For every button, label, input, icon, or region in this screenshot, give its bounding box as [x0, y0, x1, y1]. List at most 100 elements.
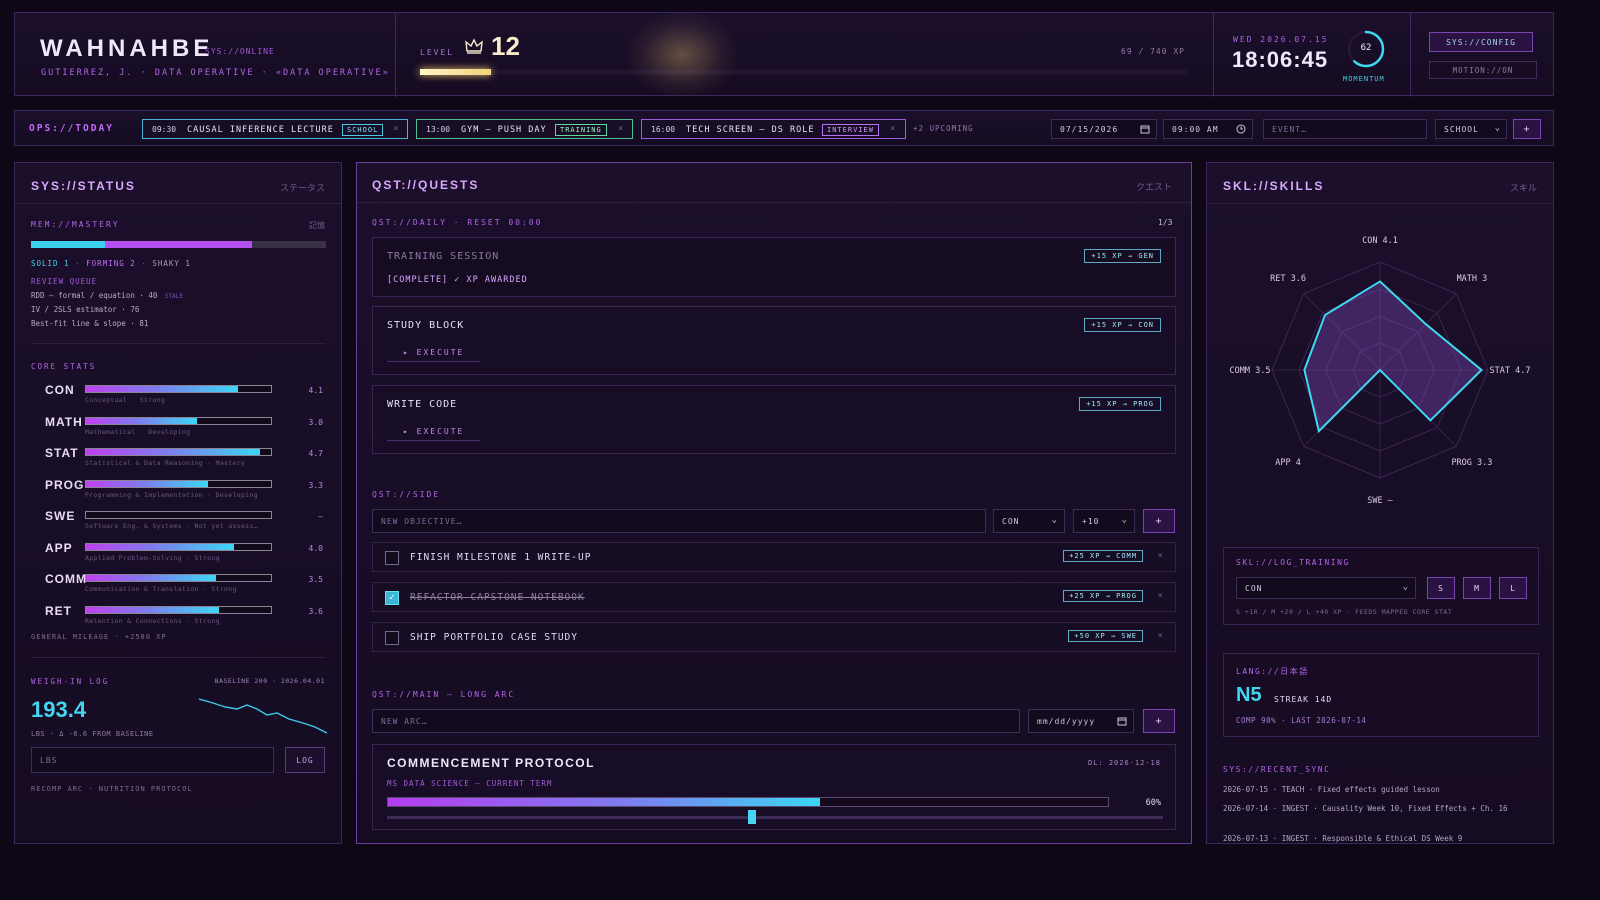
new-arc-input[interactable]: NEW ARC… [372, 709, 1020, 733]
close-icon[interactable]: × [1158, 591, 1163, 601]
side-quest-row[interactable]: FINISH MILESTONE 1 WRITE-UP +25 XP → COM… [372, 542, 1176, 572]
event-date-value: 07/15/2026 [1060, 124, 1119, 134]
event-time-value: 09:00 AM [1172, 124, 1219, 134]
momentum-gauge: 62 [1346, 29, 1386, 69]
close-icon[interactable]: × [393, 124, 398, 134]
stat-bar [85, 385, 272, 393]
sync-entry: 2026-07-14 · INGEST · Causality Week 10,… [1223, 804, 1508, 813]
daily-quest: STUDY BLOCK +15 XP → CON ▸ EXECUTE [372, 306, 1176, 375]
radar-axis-label: MATH 3 [1457, 274, 1488, 284]
close-icon[interactable]: × [1158, 631, 1163, 641]
skills-panel: SKL://SKILLS スキル CON 4.1 MATH 3 STAT 4.7 PR… [1206, 162, 1554, 844]
new-objective-input[interactable]: NEW OBJECTIVE… [372, 509, 986, 533]
add-arc-button[interactable]: + [1143, 709, 1175, 733]
event-chip[interactable]: 09:30 CAUSAL INFERENCE LECTURE SCHOOL × [142, 119, 408, 139]
close-icon[interactable]: × [890, 124, 895, 134]
event-title: TECH SCREEN — DS ROLE [686, 125, 815, 135]
weight-input[interactable]: LBS [31, 747, 274, 773]
calendar-icon[interactable] [1117, 716, 1127, 728]
recent-sync-label: SYS://RECENT_SYNC [1223, 765, 1331, 774]
objective-stat-value: CON [1002, 516, 1020, 526]
execute-button[interactable]: ▸ EXECUTE [387, 348, 481, 362]
stat-name: CON [45, 383, 75, 397]
momentum-label: MOMENTUM [1343, 75, 1385, 83]
radar-axis-label: APP 4 [1275, 458, 1301, 468]
skills-title: SKL://SKILLS [1223, 179, 1325, 193]
upcoming-count[interactable]: +2 UPCOMING [913, 124, 974, 133]
skills-radar-chart: CON 4.1 MATH 3 STAT 4.7 PROG 3.3 SWE — APP 4 C… [1230, 236, 1531, 506]
objective-stat-select[interactable]: CON ⌄ [993, 509, 1065, 533]
event-name-input[interactable]: EVENT… [1263, 119, 1427, 139]
add-event-button[interactable]: + [1513, 119, 1541, 139]
stat-bar [85, 416, 272, 425]
event-chip[interactable]: 16:00 TECH SCREEN — DS ROLE INTERVIEW × [641, 119, 906, 139]
weight-input-placeholder: LBS [40, 755, 58, 765]
radar-skill-area [1303, 280, 1484, 434]
category-select[interactable]: SCHOOL ⌄ [1435, 119, 1507, 139]
training-stat-select[interactable]: CON ⌄ [1236, 577, 1416, 599]
mastery-label: MEM://MASTERY [31, 220, 120, 229]
status-title-jp: ステータス [279, 184, 325, 194]
side-quest-row[interactable]: SHIP PORTFOLIO CASE STUDY +50 XP → SWE × [372, 622, 1176, 652]
stat-value: 3.3 [308, 480, 323, 490]
review-queue-label: REVIEW QUEUE [31, 277, 98, 286]
event-date-input[interactable]: 07/15/2026 [1051, 119, 1157, 139]
review-item[interactable]: RDD — formal / equation · 40 STALE [31, 291, 183, 300]
quest-xp-chip: +25 XP → COMM [1063, 550, 1143, 562]
stat-bar [85, 448, 272, 456]
status-panel: SYS://STATUS ステータス MEM://MASTERY 記憶 SOLI… [14, 162, 342, 844]
checked-checkbox-icon[interactable]: ✓ [385, 591, 399, 605]
side-quest-title: REFACTOR CAPSTONE NOTEBOOK [410, 592, 585, 603]
event-time: 09:30 [152, 125, 177, 134]
stat-name: COMM [45, 572, 87, 586]
close-icon[interactable]: × [1158, 551, 1163, 561]
size-medium-button[interactable]: M [1463, 577, 1491, 599]
size-large-button[interactable]: L [1499, 577, 1527, 599]
chevron-down-icon: ⌄ [1121, 515, 1128, 525]
side-quest-row[interactable]: ✓ REFACTOR CAPSTONE NOTEBOOK +25 XP → PR… [372, 582, 1176, 612]
review-item[interactable]: IV / 2SLS estimator · 76 [31, 305, 139, 314]
status-title: SYS://STATUS [31, 179, 136, 193]
quest-checkbox[interactable] [385, 551, 399, 565]
daily-quest-complete: TRAINING SESSION +15 XP → GEN [COMPLETE]… [372, 237, 1176, 297]
radar-axis-label: STAT 4.7 [1490, 366, 1531, 376]
stat-bar-fill [86, 386, 238, 392]
xp-fill [420, 69, 492, 75]
arc-slider-thumb[interactable] [748, 810, 757, 824]
arc-slider[interactable] [387, 810, 1163, 824]
stat-bar-fill [86, 575, 216, 581]
motion-toggle[interactable]: MOTION://ON [1429, 61, 1537, 79]
arc-date-placeholder: mm/dd/yyyy [1037, 716, 1096, 726]
add-objective-button[interactable]: + [1143, 509, 1175, 533]
execute-button[interactable]: ▸ EXECUTE [387, 427, 481, 441]
crown-icon [465, 38, 483, 57]
event-time-input[interactable]: 09:00 AM [1163, 119, 1253, 139]
quest-xp-chip: +25 XP → PROG [1063, 590, 1143, 602]
sync-entry: 2026-07-13 · INGEST · Responsible & Ethi… [1223, 834, 1463, 843]
arc-date-input[interactable]: mm/dd/yyyy [1028, 709, 1134, 733]
log-weight-button[interactable]: LOG [285, 747, 325, 773]
divider [395, 13, 396, 97]
objective-xp-select[interactable]: +10 ⌄ [1073, 509, 1135, 533]
stat-value: 4.1 [308, 386, 323, 395]
quest-title: WRITE CODE [387, 399, 458, 410]
clock-icon[interactable] [1236, 124, 1246, 136]
divider [1207, 203, 1553, 204]
ops-bar: OPS://TODAY 09:30 CAUSAL INFERENCE LECTU… [14, 110, 1554, 146]
quest-xp-chip: +50 XP → SWE [1068, 630, 1143, 642]
review-item[interactable]: Best-fit line & slope · 81 [31, 319, 148, 328]
momentum-value: 62 [1360, 43, 1372, 53]
quest-checkbox[interactable] [385, 631, 399, 645]
event-chip[interactable]: 13:00 GYM — PUSH DAY TRAINING × [416, 119, 633, 139]
quests-title-jp: クエスト [1136, 183, 1173, 193]
chevron-down-icon: ⌄ [1402, 582, 1409, 592]
training-stat-value: CON [1245, 583, 1263, 593]
calendar-icon[interactable] [1140, 124, 1150, 136]
new-arc-placeholder: NEW ARC… [381, 716, 428, 726]
config-button[interactable]: SYS://CONFIG [1429, 32, 1533, 52]
close-icon[interactable]: × [618, 124, 623, 134]
xp-text: 69 / 740 XP [1121, 47, 1185, 56]
app-title: WAHNAHBE [40, 35, 214, 62]
quest-title: TRAINING SESSION [387, 251, 500, 262]
size-small-button[interactable]: S [1427, 577, 1455, 599]
